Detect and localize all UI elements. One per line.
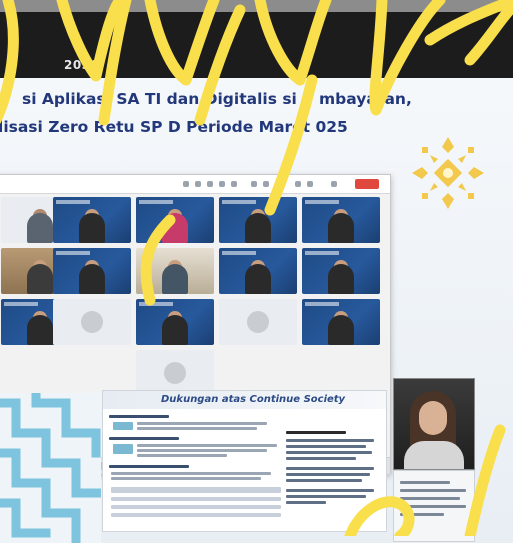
slide-title-line-2: lisasi Zero Retu SP D Periode Maret 025 [0,118,348,136]
document-title: Dukungan atas Continue Society [161,394,346,405]
top-strip [0,0,513,12]
leave-meeting-button[interactable] [355,179,379,189]
toolbar-icon[interactable] [307,181,313,187]
document-header: Dukungan atas Continue Society [103,391,386,409]
presentation-slide: si Aplikasi SA TI dan Digitalis si P mba… [0,78,513,543]
participant-tile[interactable] [136,299,214,345]
document-page: Dukungan atas Continue Society [102,390,387,532]
avatar [164,362,186,384]
participant-tile[interactable] [219,299,297,345]
participant-tile[interactable] [302,197,380,243]
participant-tile[interactable] [302,248,380,294]
participant-tile[interactable] [53,197,131,243]
avatar [247,311,269,333]
avatar [81,311,103,333]
year-label: 2030 [64,58,100,72]
meeting-toolbar [0,175,390,194]
participant-tile[interactable] [136,248,214,294]
participant-tile[interactable] [219,197,297,243]
participant-tile[interactable] [53,248,131,294]
toolbar-icon[interactable] [295,181,301,187]
toolbar-icon[interactable] [275,181,281,187]
decorative-pattern [0,393,101,543]
toolbar-icon[interactable] [231,181,237,187]
toolbar-icon[interactable] [183,181,189,187]
toolbar-icon[interactable] [263,181,269,187]
speaker-video[interactable] [393,378,475,470]
speaker-notes-panel [393,470,475,542]
toolbar-icon[interactable] [251,181,257,187]
document-side-notes [286,431,378,521]
participant-tile[interactable] [136,197,214,243]
toolbar-icon[interactable] [207,181,213,187]
participant-tile[interactable] [302,299,380,345]
participant-tile[interactable] [219,248,297,294]
toolbar-icon[interactable] [219,181,225,187]
top-banner: 2030 [0,0,513,78]
toolbar-icon[interactable] [195,181,201,187]
gold-ornament-logo-icon [412,137,484,209]
participant-tile[interactable] [53,299,131,345]
toolbar-icon[interactable] [331,181,337,187]
slide-title-line-1: si Aplikasi SA TI dan Digitalis si P mba… [22,90,412,108]
